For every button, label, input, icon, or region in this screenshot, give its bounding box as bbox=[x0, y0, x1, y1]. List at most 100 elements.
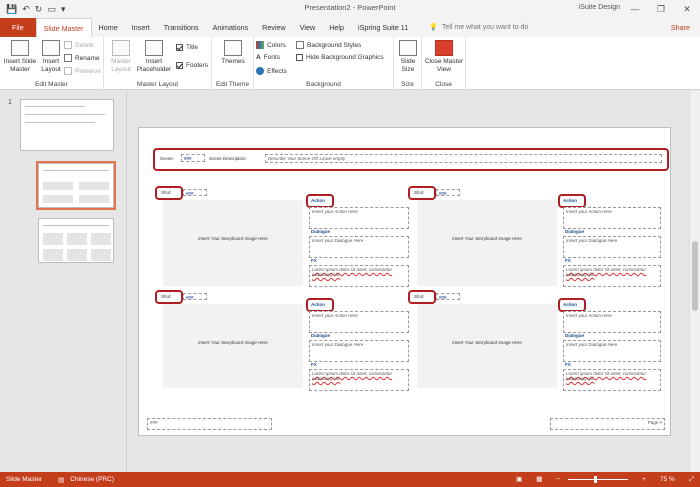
storyboard-image-2[interactable]: Insert Your Storyboard Image Here bbox=[417, 200, 557, 286]
layout-icon bbox=[42, 40, 60, 56]
fx-field-1[interactable]: Lorem ipsum dolor sit amet, consectetur … bbox=[309, 265, 409, 287]
action-field-1[interactable]: Insert your Action Here bbox=[309, 207, 409, 229]
shot-number-field-1[interactable]: ### bbox=[183, 189, 207, 196]
zoom-out-icon[interactable]: − bbox=[556, 472, 560, 487]
close-x-icon bbox=[435, 40, 453, 56]
fit-slide-icon[interactable]: ⤢ bbox=[689, 472, 694, 487]
tab-file[interactable]: File bbox=[0, 18, 36, 37]
tab-help[interactable]: Help bbox=[322, 18, 351, 37]
tab-insert[interactable]: Insert bbox=[125, 18, 157, 37]
footers-checkbox[interactable]: Footers bbox=[176, 62, 208, 69]
hide-bg-check-icon bbox=[296, 54, 303, 61]
proofing-icon[interactable]: ▤ bbox=[58, 476, 64, 484]
slide-thumbnails-pane[interactable]: 1 bbox=[0, 91, 127, 472]
lightbulb-icon: 💡 bbox=[429, 24, 438, 31]
action-label-2: Action bbox=[563, 198, 577, 203]
normal-view-icon[interactable]: ▣ bbox=[516, 472, 522, 487]
slide-size-button[interactable]: Slide Size bbox=[397, 40, 419, 74]
group-edit-master: Insert Slide Master Insert Layout Delete… bbox=[0, 37, 104, 90]
status-language[interactable]: Chinese (PRC) bbox=[70, 476, 114, 483]
tab-transitions[interactable]: Transitions bbox=[157, 18, 206, 37]
tab-animations[interactable]: Animations bbox=[206, 18, 256, 37]
dialogue-label-1: Dialogue bbox=[311, 229, 331, 234]
storyboard-image-3[interactable]: Insert Your Storyboard Image Here bbox=[163, 304, 303, 388]
colors-button[interactable]: Colors bbox=[256, 41, 286, 49]
page-number-field[interactable]: Page # bbox=[550, 418, 665, 430]
themes-icon bbox=[224, 40, 242, 56]
shot-number-field-4[interactable]: ### bbox=[436, 293, 460, 300]
fx-field-3[interactable]: Lorem ipsum dolor sit amet, consectetur … bbox=[309, 369, 409, 391]
shot-number-field-2[interactable]: ### bbox=[436, 189, 460, 196]
fx-field-4[interactable]: Lorem ipsum dolor sit amet, consectetur … bbox=[563, 369, 661, 391]
preserve-button[interactable]: Preserve bbox=[64, 67, 101, 75]
footer-left-field[interactable]: ### bbox=[147, 418, 272, 430]
qat-more-icon[interactable]: ▾ bbox=[61, 4, 66, 15]
themes-button[interactable]: Themes bbox=[218, 40, 248, 66]
scrollbar-thumb[interactable] bbox=[692, 241, 698, 311]
action-field-4[interactable]: Insert your Action Here bbox=[563, 311, 661, 333]
action-label-4: Action bbox=[563, 302, 577, 307]
close-window-button[interactable]: ✕ bbox=[674, 0, 700, 18]
close-master-view-button[interactable]: Close Master View bbox=[424, 40, 464, 74]
shot-label-1: Shot: bbox=[161, 190, 172, 195]
tab-view[interactable]: View bbox=[293, 18, 322, 37]
storyboard-image-1[interactable]: Insert Your Storyboard Image Here bbox=[163, 200, 303, 286]
thumbnail-layout-1[interactable] bbox=[36, 161, 116, 210]
background-styles-button[interactable]: Background Styles bbox=[296, 41, 361, 49]
tab-home[interactable]: Home bbox=[92, 18, 125, 37]
scene-label: Scene: bbox=[160, 156, 175, 161]
present-icon[interactable]: ▭ bbox=[47, 4, 56, 15]
slide-layout[interactable]: Scene: ### Scene Description: Describe Y… bbox=[138, 127, 671, 436]
share-button[interactable]: Share bbox=[671, 18, 690, 37]
window-controls: — ❐ ✕ bbox=[622, 0, 700, 18]
hide-background-graphics-checkbox[interactable]: Hide Background Graphics bbox=[296, 54, 384, 61]
action-label-1: Action bbox=[311, 198, 325, 203]
zoom-slider[interactable] bbox=[568, 476, 629, 483]
save-icon[interactable]: 💾 bbox=[6, 4, 17, 15]
scene-number-field[interactable]: ### bbox=[181, 154, 205, 162]
restore-button[interactable]: ❐ bbox=[648, 0, 674, 18]
user-name[interactable]: iSuite Design bbox=[579, 4, 620, 11]
vertical-scrollbar[interactable] bbox=[689, 91, 700, 472]
action-field-3[interactable]: Insert your Action Here bbox=[309, 311, 409, 333]
group-label-master-layout: Master Layout bbox=[136, 81, 179, 88]
dialogue-field-3[interactable]: Insert your Dialogue Here bbox=[309, 340, 409, 362]
dialogue-label-3: Dialogue bbox=[311, 333, 331, 338]
quick-access-toolbar: 💾 ↶ ↻ ▭ ▾ bbox=[0, 4, 65, 15]
thumbnail-master[interactable] bbox=[20, 99, 114, 151]
minimize-button[interactable]: — bbox=[622, 0, 648, 18]
master-layout-button[interactable]: Master Layout bbox=[108, 40, 134, 74]
insert-layout-button[interactable]: Insert Layout bbox=[39, 40, 63, 74]
shot-number-field-3[interactable]: ### bbox=[183, 293, 207, 300]
tab-slide-master[interactable]: Slide Master bbox=[35, 18, 92, 37]
rename-button[interactable]: Rename bbox=[64, 54, 100, 62]
fonts-button[interactable]: A Fonts bbox=[256, 54, 280, 61]
group-label-size: Size bbox=[401, 81, 414, 88]
title-checkbox[interactable]: Title bbox=[176, 44, 198, 51]
redo-icon[interactable]: ↻ bbox=[35, 4, 43, 15]
ribbon: Insert Slide Master Insert Layout Delete… bbox=[0, 37, 700, 90]
storyboard-image-4[interactable]: Insert Your Storyboard Image Here bbox=[417, 304, 557, 388]
sorter-view-icon[interactable]: ▦ bbox=[536, 472, 542, 487]
thumbnail-layout-2[interactable] bbox=[38, 218, 114, 263]
tab-ispring[interactable]: iSpring Suite 11 bbox=[351, 18, 415, 37]
action-field-2[interactable]: Insert your Action Here bbox=[563, 207, 661, 229]
delete-button[interactable]: Delete bbox=[64, 41, 94, 49]
fx-field-2[interactable]: Lorem ipsum dolor sit amet, consectetur … bbox=[563, 265, 661, 287]
tab-review[interactable]: Review bbox=[255, 18, 293, 37]
insert-placeholder-button[interactable]: Insert Placeholder bbox=[134, 40, 174, 74]
dialogue-field-4[interactable]: Insert your Dialogue Here bbox=[563, 340, 661, 362]
undo-icon[interactable]: ↶ bbox=[22, 4, 30, 15]
dialogue-field-1[interactable]: Insert your Dialogue Here bbox=[309, 236, 409, 258]
tell-me-search[interactable]: 💡 Tell me what you want to do bbox=[429, 18, 528, 37]
pin-icon bbox=[64, 67, 72, 75]
insert-slide-master-button[interactable]: Insert Slide Master bbox=[3, 40, 37, 74]
zoom-level[interactable]: 75 % bbox=[660, 472, 675, 487]
scene-description-field[interactable]: Describe Your Scene OR Leave empty bbox=[265, 154, 662, 163]
scene-description-label: Scene Description: bbox=[209, 156, 247, 161]
title-bar: 💾 ↶ ↻ ▭ ▾ Presentation2 - PowerPoint iSu… bbox=[0, 0, 700, 18]
dialogue-field-2[interactable]: Insert your Dialogue Here bbox=[563, 236, 661, 258]
zoom-in-icon[interactable]: + bbox=[642, 472, 646, 487]
effects-button[interactable]: Effects bbox=[256, 67, 287, 75]
placeholder-icon bbox=[145, 40, 163, 56]
